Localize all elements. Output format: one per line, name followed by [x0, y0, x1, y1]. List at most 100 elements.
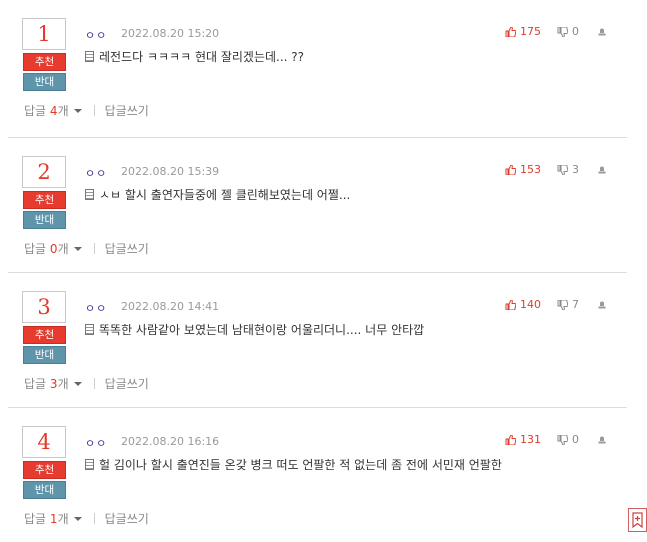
thumbs-down-icon: [557, 299, 568, 310]
comment-stats: 153 3: [505, 163, 607, 176]
comment-item: 1 추천 반대 ㅇㅇ 2022.08.20 15:20 175 0 레전드다 ㅋ…: [8, 0, 627, 138]
comment-body: 헐 김이나 할시 출연진들 온갖 병크 떠도 언팔한 적 없는데 좀 전에 서민…: [85, 456, 502, 473]
divider: [93, 513, 95, 524]
like-count-value: 175: [520, 25, 541, 38]
comment-body: ㅅㅂ 할시 출연자들중에 젤 클린해보였는데 어쩔...: [85, 186, 350, 203]
write-reply-link[interactable]: 답글쓰기: [105, 375, 149, 392]
comment-text: 레전드다 ㅋㅋㅋㅋ 현대 잘리겠는데... ??: [99, 50, 305, 64]
write-reply-link[interactable]: 답글쓰기: [105, 102, 149, 119]
like-count: 175: [505, 25, 541, 38]
comment-date: 2022.08.20 14:41: [121, 300, 220, 313]
divider: [93, 243, 95, 254]
reply-label: 답글: [24, 377, 47, 391]
reply-count-number: 0: [49, 241, 58, 256]
upvote-button[interactable]: 추천: [23, 53, 66, 71]
caret-down-icon: [73, 516, 82, 521]
like-count: 153: [505, 163, 541, 176]
dislike-count: 0: [557, 433, 579, 446]
upvote-button[interactable]: 추천: [23, 461, 66, 479]
dislike-count: 3: [557, 163, 579, 176]
write-reply-link[interactable]: 답글쓰기: [105, 240, 149, 257]
rank-number: 2: [22, 156, 66, 188]
comment-author: ㅇㅇ: [85, 29, 108, 42]
divider: [93, 378, 95, 389]
reply-toggle[interactable]: 답글 4개: [24, 102, 82, 119]
thumbs-down-icon: [557, 434, 568, 445]
comment-item: 2 추천 반대 ㅇㅇ 2022.08.20 15:39 153 3 ㅅㅂ 할시 …: [8, 138, 627, 273]
comment-date: 2022.08.20 15:20: [121, 27, 220, 40]
dislike-count: 7: [557, 298, 579, 311]
comment-item: 4 추천 반대 ㅇㅇ 2022.08.20 16:16 131 0 헐 김이나 …: [8, 408, 627, 542]
caret-down-icon: [73, 381, 82, 386]
report-button[interactable]: [597, 165, 607, 174]
report-button[interactable]: [597, 300, 607, 309]
like-count-value: 153: [520, 163, 541, 176]
write-reply-link[interactable]: 답글쓰기: [105, 510, 149, 527]
comment-actions: 답글 0개 답글쓰기: [24, 240, 149, 257]
reply-toggle[interactable]: 답글 0개: [24, 240, 82, 257]
reply-count-number: 1: [49, 511, 58, 526]
comment-actions: 답글 1개 답글쓰기: [24, 510, 149, 527]
bookmark-add-button[interactable]: [628, 508, 647, 532]
like-count: 140: [505, 298, 541, 311]
upvote-button[interactable]: 추천: [23, 191, 66, 209]
comment-author: ㅇㅇ: [85, 437, 108, 450]
comment-author: ㅇㅇ: [85, 302, 108, 315]
thumbs-up-icon: [505, 299, 516, 310]
reply-toggle[interactable]: 답글 1개: [24, 510, 82, 527]
comment-actions: 답글 3개 답글쓰기: [24, 375, 149, 392]
comment-date: 2022.08.20 16:16: [121, 435, 220, 448]
reply-label: 답글: [24, 242, 47, 256]
reply-count-number: 3: [49, 376, 58, 391]
caret-down-icon: [73, 246, 82, 251]
reply-count-suffix: 개: [57, 377, 69, 391]
rank-number: 3: [22, 291, 66, 323]
dislike-count-value: 3: [572, 163, 579, 176]
reply-count-suffix: 개: [57, 512, 69, 526]
comment-stats: 140 7: [505, 298, 607, 311]
bookmark-plus-icon: [632, 512, 643, 528]
document-icon: [85, 51, 94, 62]
report-button[interactable]: [597, 435, 607, 444]
thumbs-up-icon: [505, 26, 516, 37]
dislike-count-value: 0: [572, 433, 579, 446]
like-count-value: 140: [520, 298, 541, 311]
reply-count-suffix: 개: [57, 104, 69, 118]
document-icon: [85, 324, 94, 335]
rank-number: 4: [22, 426, 66, 458]
reply-label: 답글: [24, 512, 47, 526]
divider: [93, 105, 95, 116]
reply-toggle[interactable]: 답글 3개: [24, 375, 82, 392]
best-comment-list: 1 추천 반대 ㅇㅇ 2022.08.20 15:20 175 0 레전드다 ㅋ…: [8, 0, 627, 542]
comment-text: 똑똑한 사람같아 보였는데 남태현이랑 어울리더니.... 너무 안타깝: [99, 323, 425, 337]
rank-number: 1: [22, 18, 66, 50]
comment-stats: 131 0: [505, 433, 607, 446]
dislike-count: 0: [557, 25, 579, 38]
downvote-button[interactable]: 반대: [23, 481, 66, 499]
comment-actions: 답글 4개 답글쓰기: [24, 102, 149, 119]
comment-body: 레전드다 ㅋㅋㅋㅋ 현대 잘리겠는데... ??: [85, 48, 304, 65]
thumbs-down-icon: [557, 26, 568, 37]
dislike-count-value: 7: [572, 298, 579, 311]
siren-icon: [598, 166, 606, 174]
thumbs-up-icon: [505, 164, 516, 175]
siren-icon: [598, 28, 606, 36]
like-count-value: 131: [520, 433, 541, 446]
reply-label: 답글: [24, 104, 47, 118]
downvote-button[interactable]: 반대: [23, 211, 66, 229]
caret-down-icon: [73, 108, 82, 113]
downvote-button[interactable]: 반대: [23, 73, 66, 91]
comment-date: 2022.08.20 15:39: [121, 165, 220, 178]
report-button[interactable]: [597, 27, 607, 36]
comment-text: ㅅㅂ 할시 출연자들중에 젤 클린해보였는데 어쩔...: [99, 188, 351, 202]
comment-stats: 175 0: [505, 25, 607, 38]
document-icon: [85, 189, 94, 200]
upvote-button[interactable]: 추천: [23, 326, 66, 344]
comment-text: 헐 김이나 할시 출연진들 온갖 병크 떠도 언팔한 적 없는데 좀 전에 서민…: [99, 458, 502, 472]
like-count: 131: [505, 433, 541, 446]
reply-count-suffix: 개: [57, 242, 69, 256]
comment-item: 3 추천 반대 ㅇㅇ 2022.08.20 14:41 140 7 똑똑한 사람…: [8, 273, 627, 408]
downvote-button[interactable]: 반대: [23, 346, 66, 364]
thumbs-up-icon: [505, 434, 516, 445]
thumbs-down-icon: [557, 164, 568, 175]
